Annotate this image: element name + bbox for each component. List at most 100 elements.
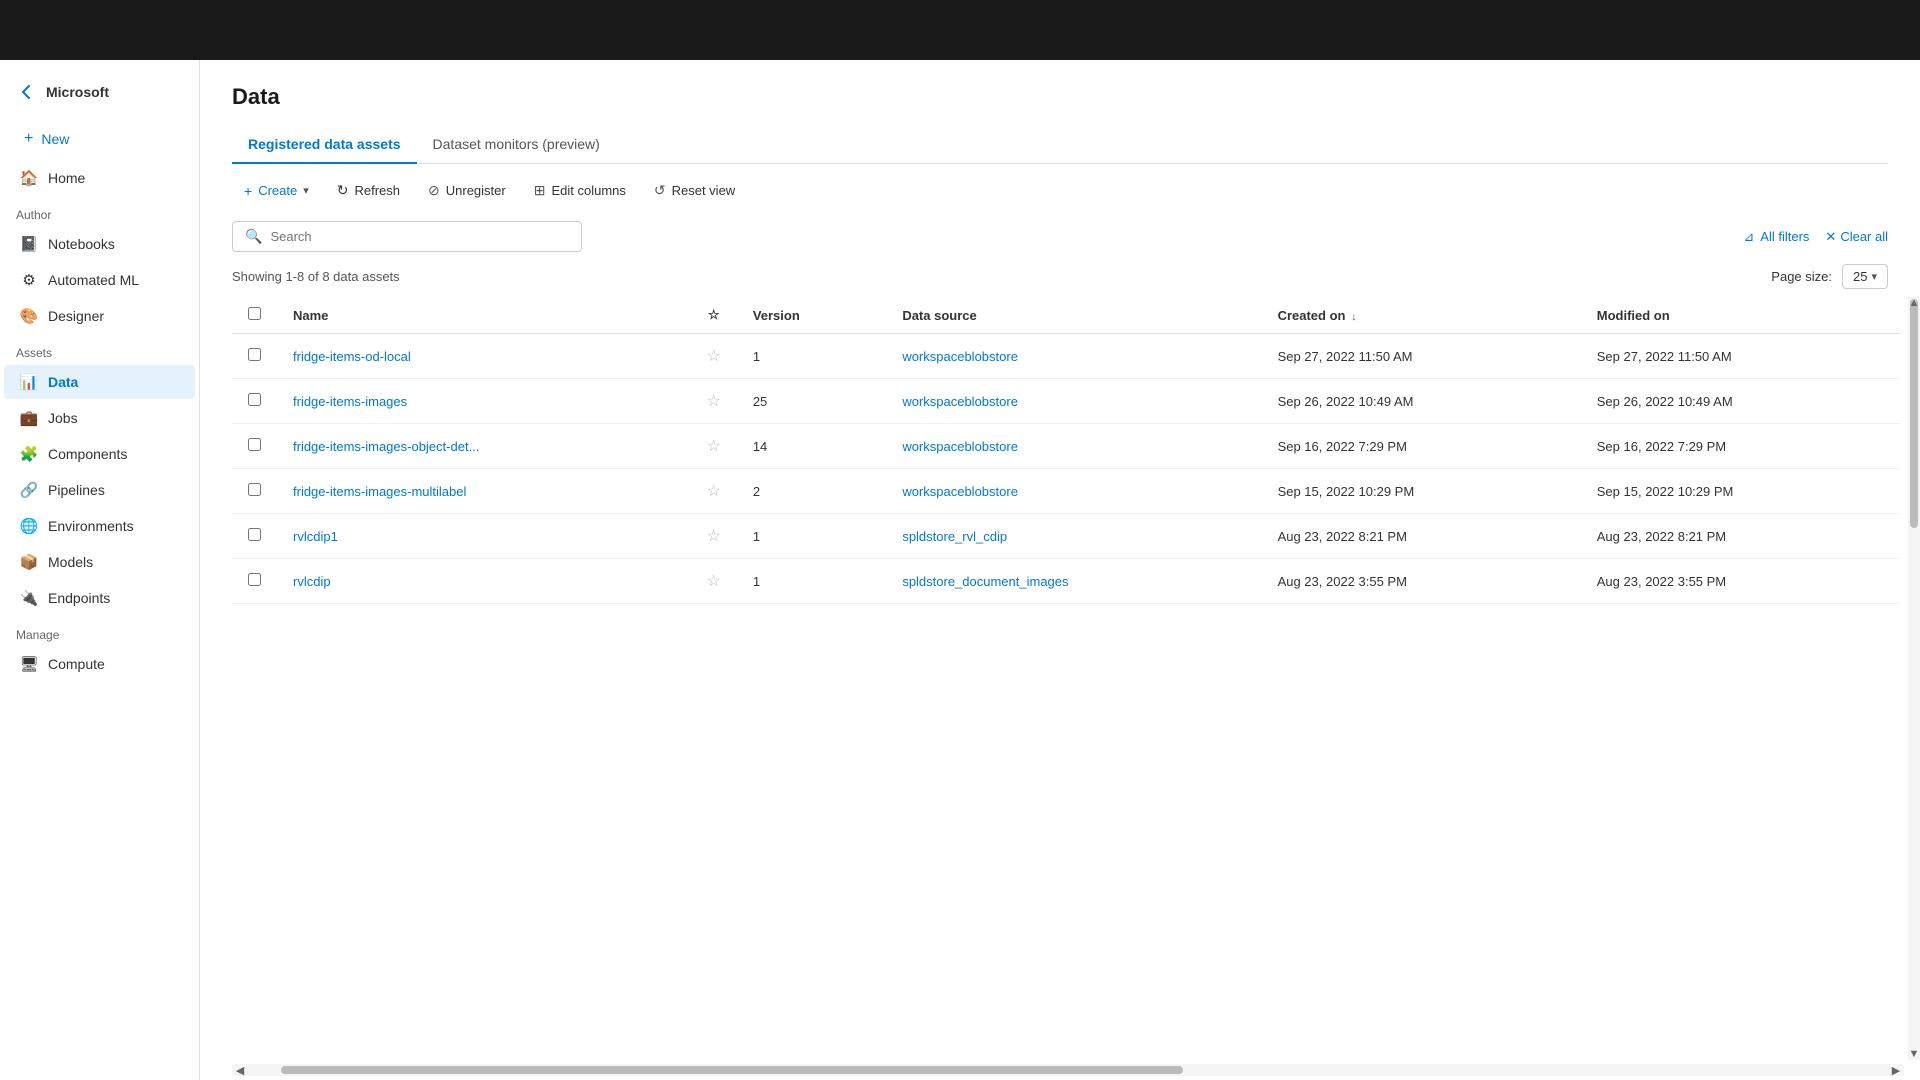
data-icon: 📊 (20, 373, 38, 391)
compute-label: Compute (48, 656, 105, 672)
unregister-icon: ⊘ (428, 182, 440, 199)
cell-data-source: spldstore_rvl_cdip (886, 514, 1261, 559)
sidebar-item-jobs[interactable]: 💼 Jobs (4, 401, 195, 435)
row-checkbox[interactable] (248, 438, 261, 451)
automated-ml-icon: ⚙ (20, 271, 38, 289)
col-created-on[interactable]: Created on ↓ (1262, 297, 1581, 334)
col-created-on-label: Created on (1278, 308, 1346, 323)
environments-label: Environments (48, 518, 134, 534)
col-modified-on: Modified on (1581, 297, 1900, 334)
all-filters-button[interactable]: ⊿ All filters (1743, 229, 1809, 245)
unregister-button[interactable]: ⊘ Unregister (416, 176, 518, 205)
assets-section-label: Assets (0, 334, 199, 364)
select-all-checkbox[interactable] (248, 307, 261, 320)
cell-data-source: workspaceblobstore (886, 424, 1261, 469)
sidebar-item-data[interactable]: 📊 Data (4, 365, 195, 399)
sidebar-item-models[interactable]: 📦 Models (4, 545, 195, 579)
scroll-left-arrow[interactable]: ◀ (232, 1064, 248, 1077)
row-checkbox[interactable] (248, 528, 261, 541)
table-row: fridge-items-images-object-det... ☆ 14 w… (232, 424, 1900, 469)
filter-bar: 🔍 ⊿ All filters ✕ Clear all (200, 217, 1920, 260)
new-button[interactable]: + New (8, 122, 191, 156)
edit-columns-icon: ⊞ (534, 182, 546, 199)
create-button[interactable]: + Create ▾ (232, 177, 321, 205)
jobs-label: Jobs (48, 410, 78, 426)
sidebar-item-home[interactable]: 🏠 Home (4, 161, 195, 195)
col-version-label: Version (753, 308, 800, 323)
filter-icon: ⊿ (1743, 229, 1754, 245)
cell-name: fridge-items-od-local (277, 334, 690, 379)
horizontal-scrollbar[interactable]: ◀ ▶ (232, 1064, 1904, 1076)
cell-created-on: Sep 27, 2022 11:50 AM (1262, 334, 1581, 379)
sidebar-item-notebooks[interactable]: 📓 Notebooks (4, 227, 195, 261)
search-input[interactable] (270, 229, 569, 244)
notebooks-icon: 📓 (20, 235, 38, 253)
top-bar (0, 0, 1920, 60)
sidebar-item-endpoints[interactable]: 🔌 Endpoints (4, 581, 195, 615)
cell-name: rvlcdip1 (277, 514, 690, 559)
filter-right: ⊿ All filters ✕ Clear all (1743, 229, 1888, 245)
row-checkbox[interactable] (248, 393, 261, 406)
toolbar: + Create ▾ ↻ Refresh ⊘ Unregister ⊞ Edit… (200, 164, 1920, 217)
cell-modified-on: Sep 26, 2022 10:49 AM (1581, 379, 1900, 424)
tab-dataset-monitors[interactable]: Dataset monitors (preview) (417, 126, 616, 164)
data-source-link[interactable]: workspaceblobstore (902, 349, 1018, 364)
models-icon: 📦 (20, 553, 38, 571)
page-size-select[interactable]: 25 ▾ (1842, 264, 1888, 289)
cell-star[interactable]: ☆ (690, 379, 736, 424)
name-link[interactable]: fridge-items-images-object-det... (293, 439, 479, 454)
sidebar-item-components[interactable]: 🧩 Components (4, 437, 195, 471)
sidebar-item-automated-ml[interactable]: ⚙ Automated ML (4, 263, 195, 297)
sidebar-item-pipelines[interactable]: 🔗 Pipelines (4, 473, 195, 507)
refresh-button[interactable]: ↻ Refresh (325, 176, 412, 205)
vertical-scrollbar[interactable]: ▼ ▲ (1908, 297, 1920, 1060)
tab-registered-data-assets[interactable]: Registered data assets (232, 126, 417, 164)
data-source-link[interactable]: spldstore_rvl_cdip (902, 529, 1007, 544)
cell-star[interactable]: ☆ (690, 469, 736, 514)
designer-icon: 🎨 (20, 307, 38, 325)
data-source-link[interactable]: spldstore_document_images (902, 574, 1068, 589)
cell-star[interactable]: ☆ (690, 559, 736, 604)
automated-ml-label: Automated ML (48, 272, 139, 288)
horizontal-scrollbar-thumb[interactable] (281, 1066, 1183, 1074)
table-scroll-container[interactable]: Name ☆ Version Data source (200, 297, 1920, 1060)
name-link[interactable]: fridge-items-images-multilabel (293, 484, 466, 499)
reset-view-button[interactable]: ↺ Reset view (642, 176, 747, 205)
cell-version: 14 (737, 424, 887, 469)
vertical-scrollbar-thumb[interactable] (1910, 299, 1918, 528)
col-version: Version (737, 297, 887, 334)
name-link[interactable]: fridge-items-od-local (293, 349, 411, 364)
sidebar-item-compute[interactable]: 🖥 Compute (4, 647, 195, 681)
scroll-up-arrow[interactable]: ▲ (1908, 297, 1920, 309)
cell-star[interactable]: ☆ (690, 334, 736, 379)
components-label: Components (48, 446, 127, 462)
data-source-link[interactable]: workspaceblobstore (902, 394, 1018, 409)
row-checkbox[interactable] (248, 348, 261, 361)
search-box[interactable]: 🔍 (232, 221, 582, 252)
scroll-right-arrow[interactable]: ▶ (1888, 1064, 1904, 1077)
clear-all-button[interactable]: ✕ Clear all (1825, 229, 1888, 245)
cell-modified-on: Sep 27, 2022 11:50 AM (1581, 334, 1900, 379)
sidebar-item-environments[interactable]: 🌐 Environments (4, 509, 195, 543)
cell-star[interactable]: ☆ (690, 424, 736, 469)
scroll-down-arrow[interactable]: ▼ (1908, 1048, 1920, 1060)
data-source-link[interactable]: workspaceblobstore (902, 484, 1018, 499)
col-data-source-label: Data source (902, 308, 976, 323)
data-source-link[interactable]: workspaceblobstore (902, 439, 1018, 454)
home-label: Home (48, 170, 85, 186)
edit-columns-label: Edit columns (551, 183, 625, 198)
page-title: Data (232, 84, 1888, 110)
page-size-control: Page size: 25 ▾ (1771, 264, 1888, 289)
edit-columns-button[interactable]: ⊞ Edit columns (522, 176, 638, 205)
name-link[interactable]: rvlcdip1 (293, 529, 338, 544)
sidebar-item-designer[interactable]: 🎨 Designer (4, 299, 195, 333)
jobs-icon: 💼 (20, 409, 38, 427)
table-row: fridge-items-images ☆ 25 workspaceblobst… (232, 379, 1900, 424)
name-link[interactable]: rvlcdip (293, 574, 331, 589)
row-checkbox[interactable] (248, 483, 261, 496)
environments-icon: 🌐 (20, 517, 38, 535)
row-checkbox[interactable] (248, 573, 261, 586)
cell-star[interactable]: ☆ (690, 514, 736, 559)
sidebar-brand[interactable]: Microsoft (0, 70, 199, 118)
name-link[interactable]: fridge-items-images (293, 394, 407, 409)
